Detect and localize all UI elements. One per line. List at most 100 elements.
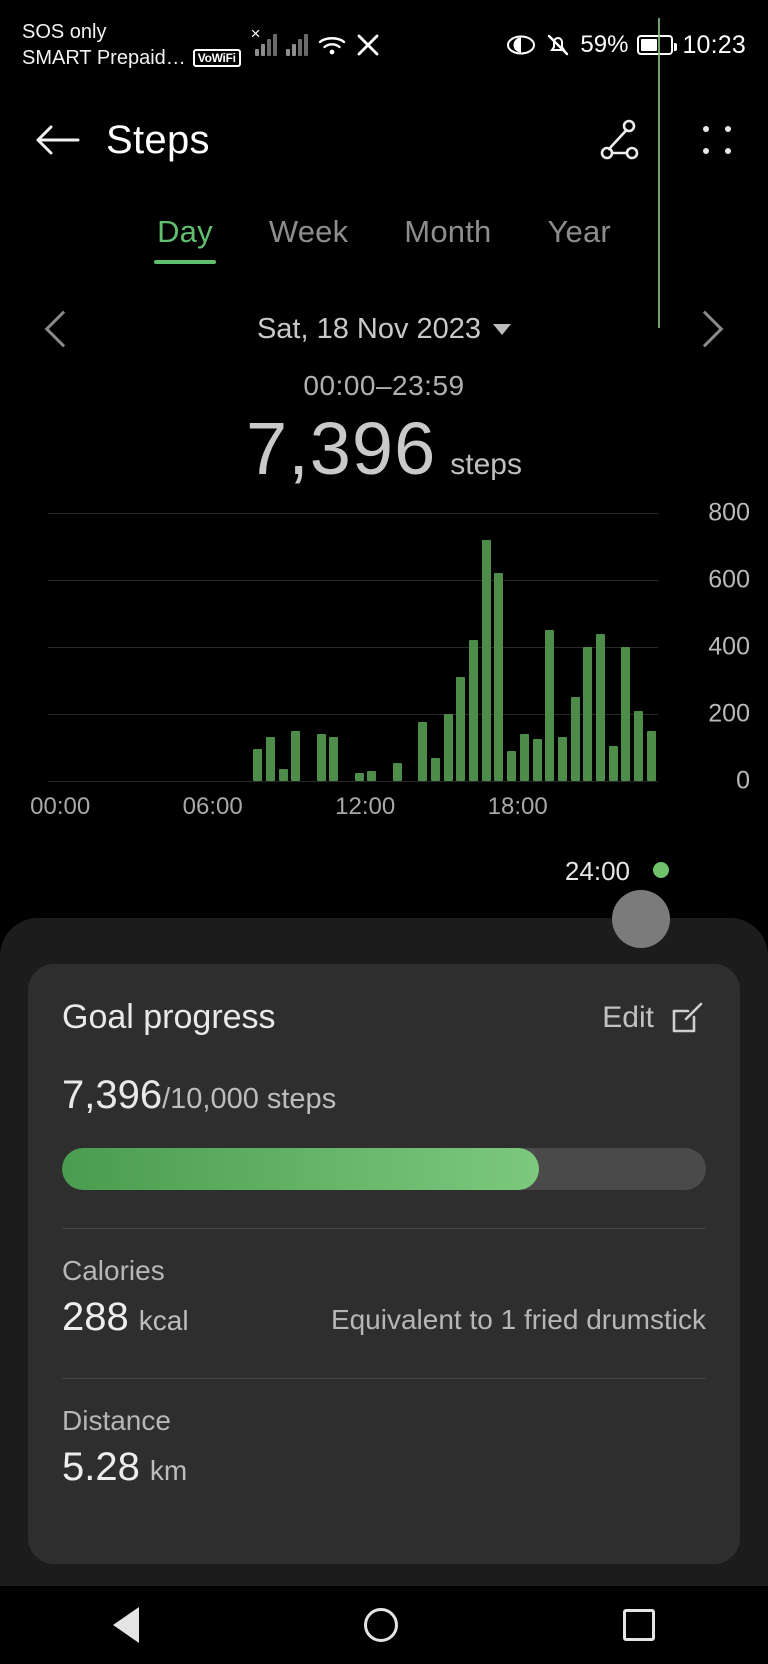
bar-slot[interactable]	[150, 513, 163, 781]
back-arrow-icon[interactable]	[34, 122, 80, 158]
chart-bar[interactable]	[532, 739, 542, 781]
chart-bar[interactable]	[278, 769, 288, 781]
chart-bar[interactable]	[507, 750, 517, 781]
bar-slot[interactable]	[302, 513, 315, 781]
bar-slot[interactable]	[162, 513, 175, 781]
bar-slot[interactable]	[543, 513, 556, 781]
chart-bar[interactable]	[443, 714, 453, 781]
drag-handle-knob[interactable]	[612, 890, 670, 948]
chart-bar[interactable]	[494, 573, 504, 781]
bar-slot[interactable]	[226, 513, 239, 781]
bar-slot[interactable]	[112, 513, 125, 781]
bar-slot[interactable]	[404, 513, 417, 781]
chart-bar[interactable]	[430, 757, 440, 781]
bar-slot[interactable]	[86, 513, 99, 781]
chart-scrubber-dot[interactable]	[653, 862, 669, 878]
bar-slot[interactable]	[200, 513, 213, 781]
bar-slot[interactable]	[61, 513, 74, 781]
chart-bar[interactable]	[646, 730, 656, 781]
nav-recents-square-icon[interactable]	[623, 1609, 656, 1641]
goal-unit-label: steps	[266, 1083, 337, 1115]
bar-slot[interactable]	[455, 513, 468, 781]
chart-bar[interactable]	[481, 539, 491, 781]
bar-slot[interactable]	[289, 513, 302, 781]
bar-slot[interactable]	[48, 513, 61, 781]
chart-bar[interactable]	[557, 737, 567, 781]
chart-bar[interactable]	[392, 762, 402, 781]
chart-bar[interactable]	[621, 647, 631, 781]
chart-bar[interactable]	[291, 730, 301, 781]
bar-slot[interactable]	[467, 513, 480, 781]
bar-slot[interactable]	[340, 513, 353, 781]
steps-bar-chart[interactable]: 800 600 400 200 0 00:00 06:00 12:00 18:00	[0, 499, 768, 843]
bar-slot[interactable]	[264, 513, 277, 781]
chart-bar[interactable]	[596, 633, 606, 781]
nav-back-triangle-icon[interactable]	[112, 1607, 139, 1643]
bar-slot[interactable]	[556, 513, 569, 781]
bar-slot[interactable]	[73, 513, 86, 781]
bar-slot[interactable]	[213, 513, 226, 781]
chart-bar[interactable]	[583, 647, 593, 781]
bar-slot[interactable]	[518, 513, 531, 781]
bar-slot[interactable]	[569, 513, 582, 781]
goal-progress-card: Goal progress Edit 7,396 /10,000 steps C…	[28, 964, 740, 1564]
bar-slot[interactable]	[632, 513, 645, 781]
chart-bar[interactable]	[316, 734, 326, 781]
bar-slot[interactable]	[251, 513, 264, 781]
bar-slot[interactable]	[493, 513, 506, 781]
chart-bar[interactable]	[608, 745, 618, 781]
chart-bar[interactable]	[456, 677, 466, 781]
bar-slot[interactable]	[239, 513, 252, 781]
bar-slot[interactable]	[353, 513, 366, 781]
bar-slot[interactable]	[416, 513, 429, 781]
bar-slot[interactable]	[480, 513, 493, 781]
y-tick-label: 600	[708, 565, 750, 594]
tab-day[interactable]: Day	[129, 214, 241, 250]
bar-slot[interactable]	[645, 513, 658, 781]
step-count-summary: 7,396 steps	[0, 406, 768, 491]
chart-bar[interactable]	[634, 710, 644, 781]
bar-slot[interactable]	[531, 513, 544, 781]
chart-bar[interactable]	[329, 737, 339, 781]
bar-slot[interactable]	[175, 513, 188, 781]
chevron-right-icon[interactable]	[686, 310, 724, 348]
date-picker-button[interactable]: Sat, 18 Nov 2023	[257, 313, 512, 346]
bar-slot[interactable]	[137, 513, 150, 781]
bar-slot[interactable]	[327, 513, 340, 781]
bar-slot[interactable]	[391, 513, 404, 781]
share-nodes-icon[interactable]	[598, 117, 644, 163]
bar-slot[interactable]	[607, 513, 620, 781]
chart-bars[interactable]	[48, 513, 658, 781]
bar-slot[interactable]	[366, 513, 379, 781]
tab-year[interactable]: Year	[519, 214, 638, 250]
more-options-icon[interactable]	[700, 123, 734, 157]
chart-bar[interactable]	[354, 772, 364, 781]
bar-slot[interactable]	[505, 513, 518, 781]
bar-slot[interactable]	[620, 513, 633, 781]
chevron-left-icon[interactable]	[44, 310, 82, 348]
chart-bar[interactable]	[570, 697, 580, 781]
edit-label: Edit	[602, 1000, 654, 1034]
tab-month[interactable]: Month	[376, 214, 519, 250]
edit-goal-button[interactable]: Edit	[602, 999, 706, 1037]
bar-slot[interactable]	[99, 513, 112, 781]
bar-slot[interactable]	[582, 513, 595, 781]
header-actions	[598, 117, 734, 163]
chart-bar[interactable]	[265, 737, 275, 781]
bar-slot[interactable]	[378, 513, 391, 781]
nav-home-circle-icon[interactable]	[363, 1608, 398, 1642]
chart-bar[interactable]	[469, 640, 479, 781]
chart-bar[interactable]	[545, 630, 555, 781]
bar-slot[interactable]	[188, 513, 201, 781]
bar-slot[interactable]	[442, 513, 455, 781]
bar-slot[interactable]	[277, 513, 290, 781]
chart-bar[interactable]	[519, 734, 529, 781]
bar-slot[interactable]	[124, 513, 137, 781]
chart-bar[interactable]	[418, 722, 428, 781]
bar-slot[interactable]	[315, 513, 328, 781]
chart-bar[interactable]	[367, 770, 377, 781]
bar-slot[interactable]	[594, 513, 607, 781]
tab-week[interactable]: Week	[241, 214, 376, 250]
bar-slot[interactable]	[429, 513, 442, 781]
chart-bar[interactable]	[253, 749, 263, 781]
